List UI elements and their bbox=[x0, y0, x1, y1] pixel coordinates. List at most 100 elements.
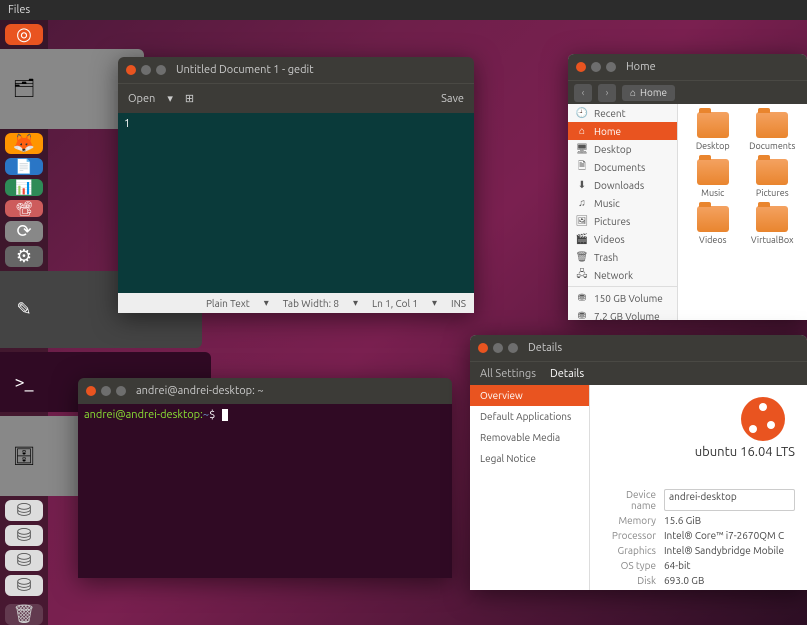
launcher-impress[interactable]: 📽 bbox=[5, 200, 43, 217]
folder-icon bbox=[697, 206, 729, 232]
sidebar-item-pictures[interactable]: 🖼Pictures bbox=[568, 212, 677, 230]
videos-icon: 🎬 bbox=[576, 233, 588, 245]
launcher-writer[interactable]: 📄 bbox=[5, 158, 43, 175]
launcher-dash[interactable]: ◎ bbox=[5, 24, 43, 45]
chevron-down-icon[interactable]: ▾ bbox=[167, 92, 173, 105]
prompt-end: $ bbox=[209, 409, 215, 421]
terminal-body[interactable]: andrei@andrei-desktop:~$ bbox=[78, 404, 452, 578]
tab-removable-media[interactable]: Removable Media bbox=[470, 427, 589, 448]
terminal-title: andrei@andrei-desktop: ~ bbox=[136, 385, 264, 397]
status-insertmode: INS bbox=[451, 298, 466, 309]
terminal-titlebar[interactable]: andrei@andrei-desktop: ~ bbox=[78, 378, 452, 404]
launcher-trash[interactable]: 🗑 bbox=[5, 604, 43, 625]
launcher-firefox[interactable]: 🦊 bbox=[5, 133, 43, 154]
close-button[interactable] bbox=[576, 62, 586, 72]
close-button[interactable] bbox=[126, 65, 136, 75]
folder-icon bbox=[697, 159, 729, 185]
home-icon: ⌂ bbox=[630, 87, 636, 99]
sidebar-item-recent[interactable]: 🕘Recent bbox=[568, 104, 677, 122]
launcher-drive-4[interactable]: ⛁ bbox=[5, 575, 43, 596]
sidebar-item-music[interactable]: ♫Music bbox=[568, 194, 677, 212]
graphics-label: Graphics bbox=[602, 545, 664, 556]
graphics-value: Intel® Sandybridge Mobile bbox=[664, 545, 795, 556]
recent-icon: 🕘 bbox=[576, 107, 588, 119]
launcher-drive-1[interactable]: ⛁ bbox=[5, 500, 43, 521]
launcher-settings[interactable]: ⚙ bbox=[5, 246, 43, 267]
sidebar-device-7gb[interactable]: ⛃7.2 GB Volume bbox=[568, 307, 677, 320]
launcher-drive-2[interactable]: ⛁ bbox=[5, 525, 43, 546]
files-titlebar[interactable]: Home bbox=[568, 54, 807, 80]
back-button[interactable]: ‹ bbox=[574, 84, 592, 102]
devicename-field[interactable]: andrei-desktop bbox=[664, 489, 795, 511]
gedit-toolbar: Open ▾ ⊞ Save bbox=[118, 83, 474, 113]
terminal-window[interactable]: andrei@andrei-desktop: ~ andrei@andrei-d… bbox=[78, 378, 452, 578]
close-button[interactable] bbox=[478, 343, 488, 353]
window-controls bbox=[478, 343, 518, 353]
nav-all-settings[interactable]: All Settings bbox=[480, 368, 536, 380]
impress-icon: 📽 bbox=[15, 200, 33, 217]
line-number: 1 bbox=[124, 118, 130, 130]
files-grid[interactable]: Desktop Documents Music Pictures Videos … bbox=[678, 104, 807, 320]
gedit-window[interactable]: Untitled Document 1 - gedit Open ▾ ⊞ Sav… bbox=[118, 57, 474, 313]
maximize-button[interactable] bbox=[156, 65, 166, 75]
tab-default-apps[interactable]: Default Applications bbox=[470, 406, 589, 427]
sidebar-item-documents[interactable]: 🗎Documents bbox=[568, 158, 677, 176]
devicename-label: Device name bbox=[602, 489, 664, 511]
new-tab-icon[interactable]: ⊞ bbox=[185, 92, 194, 105]
os-name: ubuntu 16.04 LTS bbox=[695, 445, 795, 459]
gedit-titlebar[interactable]: Untitled Document 1 - gedit bbox=[118, 57, 474, 83]
minimize-button[interactable] bbox=[493, 343, 503, 353]
minimize-button[interactable] bbox=[591, 62, 601, 72]
sidebar-item-videos[interactable]: 🎬Videos bbox=[568, 230, 677, 248]
gedit-editor[interactable]: 1 bbox=[118, 113, 474, 293]
sidebar-item-desktop[interactable]: 🖥Desktop bbox=[568, 140, 677, 158]
minimize-button[interactable] bbox=[141, 65, 151, 75]
files-window[interactable]: Home ‹ › ⌂ Home 🕘Recent ⌂Home 🖥Desktop 🗎… bbox=[568, 54, 807, 320]
desktop-icon: 🖥 bbox=[576, 143, 588, 155]
status-position: Ln 1, Col 1 bbox=[372, 298, 418, 309]
nav-details[interactable]: Details bbox=[550, 368, 584, 380]
network-icon: 🖧 bbox=[576, 269, 588, 281]
launcher-drive-3[interactable]: ⛁ bbox=[5, 550, 43, 571]
forward-button[interactable]: › bbox=[598, 84, 616, 102]
sidebar-item-trash[interactable]: 🗑Trash bbox=[568, 248, 677, 266]
tab-legal-notice[interactable]: Legal Notice bbox=[470, 448, 589, 469]
system-info: Device nameandrei-desktop Memory15.6 GiB… bbox=[602, 487, 795, 588]
sidebar-item-home[interactable]: ⌂Home bbox=[568, 122, 677, 140]
sidebar-item-network[interactable]: 🖧Network bbox=[568, 266, 677, 284]
breadcrumb-home[interactable]: ⌂ Home bbox=[622, 85, 675, 101]
chevron-down-icon[interactable]: ▾ bbox=[432, 297, 437, 309]
save-button[interactable]: Save bbox=[441, 93, 464, 105]
sidebar-item-downloads[interactable]: ⬇Downloads bbox=[568, 176, 677, 194]
tab-overview[interactable]: Overview bbox=[470, 385, 589, 406]
status-tabwidth[interactable]: Tab Width: 8 bbox=[283, 298, 339, 309]
maximize-button[interactable] bbox=[116, 386, 126, 396]
folder-documents[interactable]: Documents bbox=[746, 112, 800, 151]
details-nav: All Settings Details bbox=[470, 361, 807, 385]
sidebar-device-150gb[interactable]: ⛃150 GB Volume bbox=[568, 289, 677, 307]
launcher-calc[interactable]: 📊 bbox=[5, 179, 43, 196]
pictures-icon: 🖼 bbox=[576, 215, 588, 227]
maximize-button[interactable] bbox=[508, 343, 518, 353]
prompt-user: andrei@andrei-desktop bbox=[84, 409, 200, 421]
ostype-value: 64-bit bbox=[664, 560, 795, 571]
details-titlebar[interactable]: Details bbox=[470, 335, 807, 361]
status-language[interactable]: Plain Text bbox=[206, 298, 250, 309]
launcher-software-updater[interactable]: ⟳ bbox=[5, 221, 43, 242]
folder-virtualbox[interactable]: VirtualBox bbox=[746, 206, 800, 245]
folder-desktop[interactable]: Desktop bbox=[686, 112, 740, 151]
details-window[interactable]: Details All Settings Details Overview De… bbox=[470, 335, 807, 590]
folder-icon: 🗂 bbox=[13, 78, 36, 99]
chevron-down-icon[interactable]: ▾ bbox=[264, 297, 269, 309]
chevron-down-icon[interactable]: ▾ bbox=[353, 297, 358, 309]
folder-pictures[interactable]: Pictures bbox=[746, 159, 800, 198]
folder-music[interactable]: Music bbox=[686, 159, 740, 198]
open-button[interactable]: Open bbox=[128, 93, 155, 105]
drive-icon: ⛃ bbox=[576, 310, 588, 320]
maximize-button[interactable] bbox=[606, 62, 616, 72]
files-icon: 🗄 bbox=[13, 446, 36, 467]
minimize-button[interactable] bbox=[101, 386, 111, 396]
close-button[interactable] bbox=[86, 386, 96, 396]
home-icon: ⌂ bbox=[576, 125, 588, 137]
folder-videos[interactable]: Videos bbox=[686, 206, 740, 245]
